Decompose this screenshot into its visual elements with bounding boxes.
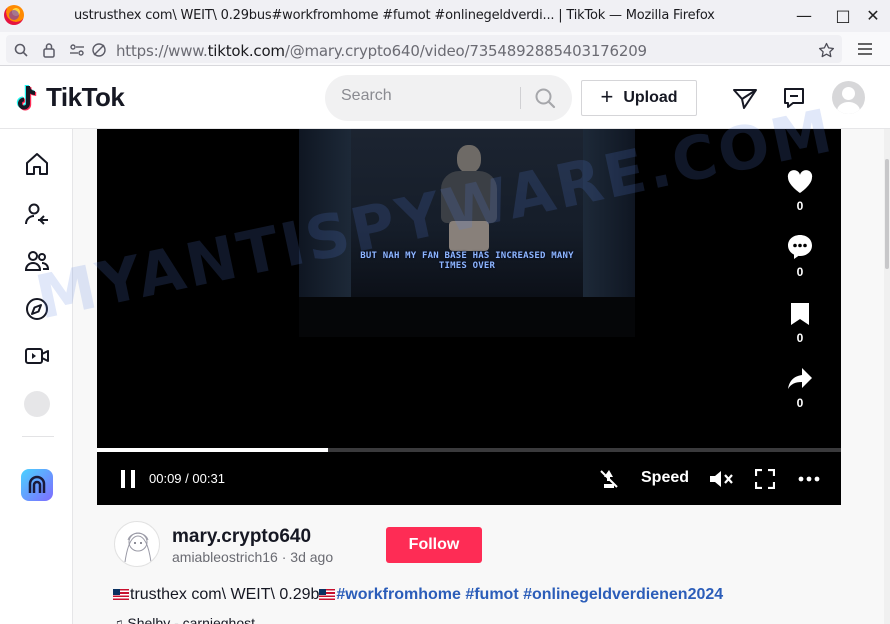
title-bar: ustrusthex com\ WEIT\ 0.29bus#workfromho…: [0, 0, 890, 32]
scrollbar-thumb[interactable]: [885, 159, 889, 269]
search-button[interactable]: [529, 84, 561, 112]
share-icon: [788, 368, 812, 389]
tiktok-logo[interactable]: TikTok: [16, 82, 125, 113]
mute-icon[interactable]: [708, 467, 734, 491]
url-text[interactable]: https://www.tiktok.com/@mary.crypto640/v…: [116, 42, 647, 60]
friends-icon[interactable]: [22, 246, 52, 276]
us-flag-icon: [113, 589, 129, 600]
lock-icon[interactable]: [40, 41, 58, 59]
minimize-icon[interactable]: —: [791, 3, 817, 27]
search-icon: [535, 88, 556, 109]
upload-button[interactable]: + Upload: [581, 80, 697, 116]
post-age: 3d ago: [290, 549, 334, 565]
speed-button[interactable]: Speed: [641, 469, 689, 487]
video-duration: 00:31: [192, 471, 225, 486]
like-action[interactable]: 0: [785, 169, 815, 213]
floating-player-icon[interactable]: [597, 467, 621, 491]
following-icon[interactable]: [22, 199, 52, 229]
search-divider: [520, 87, 521, 109]
sidebar-profile-avatar[interactable]: [24, 391, 50, 417]
page-scrollbar[interactable]: [884, 129, 890, 624]
author-nickname: amiableostrich16: [172, 549, 278, 565]
like-count: 0: [796, 199, 804, 213]
maximize-icon[interactable]: □: [830, 3, 856, 27]
send-icon[interactable]: [731, 84, 759, 112]
description-hashtags[interactable]: #workfromhome #fumot #onlinegeldverdiene…: [336, 586, 723, 603]
current-time: 00:09: [149, 471, 182, 486]
tiktok-header: TikTok + Upload: [0, 67, 890, 129]
sidebar-divider: [22, 436, 54, 437]
url-prefix: https://www.: [116, 42, 208, 60]
tiktok-wordmark: TikTok: [46, 82, 125, 112]
time-separator: /: [185, 471, 189, 486]
follow-button[interactable]: Follow: [386, 527, 482, 563]
us-flag-icon: [319, 589, 336, 600]
comment-action[interactable]: 0: [785, 233, 815, 279]
url-path: /@mary.crypto640/video/73548928854031762…: [284, 42, 647, 60]
author-subtitle: amiableostrich16 · 3d ago: [172, 549, 333, 565]
comment-count: 0: [796, 265, 804, 279]
bookmark-star-icon[interactable]: [817, 41, 835, 59]
music-title: Shelby - carnieghost: [127, 615, 256, 624]
search-glass-icon[interactable]: [12, 41, 30, 59]
home-icon[interactable]: [22, 149, 52, 179]
heart-icon: [787, 170, 813, 193]
url-bar[interactable]: https://www.tiktok.com/@mary.crypto640/v…: [6, 35, 842, 63]
explore-icon[interactable]: [22, 294, 52, 324]
inbox-icon[interactable]: [780, 84, 808, 112]
video-caption-line2: TIMES OVER: [438, 261, 496, 271]
url-host: tiktok.com: [207, 42, 285, 60]
search-input[interactable]: [341, 87, 521, 105]
search-box: [325, 75, 572, 121]
close-icon[interactable]: ✕: [860, 3, 886, 27]
video-controls: 00:09 / 00:31 Speed: [97, 452, 841, 505]
tracking-protection-icon[interactable]: [90, 41, 108, 59]
bookmark-icon: [791, 303, 809, 325]
firefox-logo-icon: [4, 5, 24, 25]
video-caption: BUT NAH MY FAN BASE HAS INCREASED MANY T…: [299, 251, 635, 271]
tiktok-note-icon: [16, 83, 42, 113]
video-person: [437, 145, 501, 253]
video-frame: BUT NAH MY FAN BASE HAS INCREASED MANY T…: [299, 129, 635, 297]
share-action[interactable]: 0: [785, 366, 815, 410]
fullscreen-icon[interactable]: [754, 468, 776, 490]
video-caption-line1: BUT NAH MY FAN BASE HAS INCREASED MANY: [360, 251, 574, 261]
plus-icon: +: [600, 84, 614, 109]
bookmark-action[interactable]: 0: [785, 301, 815, 345]
comment-icon: [788, 235, 812, 259]
author-avatar[interactable]: [114, 521, 160, 567]
browser-window: ustrusthex com\ WEIT\ 0.29bus#workfromho…: [0, 0, 890, 624]
effect-house-icon[interactable]: [21, 469, 53, 501]
author-username[interactable]: mary.crypto640: [172, 526, 311, 548]
live-icon[interactable]: [22, 341, 52, 371]
left-sidebar: [0, 129, 73, 624]
permissions-icon[interactable]: [68, 41, 86, 59]
hamburger-menu-icon[interactable]: [856, 40, 874, 58]
music-label[interactable]: ♫ Shelby - carnieghost: [113, 615, 255, 624]
author-separator: ·: [281, 549, 287, 565]
profile-avatar[interactable]: [832, 81, 865, 114]
share-count: 0: [796, 396, 804, 410]
upload-label: Upload: [623, 89, 678, 106]
video-info: mary.crypto640 amiableostrich16 · 3d ago…: [97, 505, 841, 624]
more-options-icon[interactable]: [797, 468, 821, 490]
video-time: 00:09 / 00:31: [149, 471, 225, 486]
bookmark-count: 0: [796, 331, 804, 345]
video-description: trusthex com\ WEIT\ 0.29b #workfromhome #…: [113, 586, 723, 604]
description-text: trusthex com\ WEIT\ 0.29b: [130, 586, 320, 603]
pause-icon[interactable]: [117, 468, 139, 490]
navigation-bar: https://www.tiktok.com/@mary.crypto640/v…: [0, 32, 890, 66]
window-title: ustrusthex com\ WEIT\ 0.29bus#workfromho…: [74, 8, 715, 23]
